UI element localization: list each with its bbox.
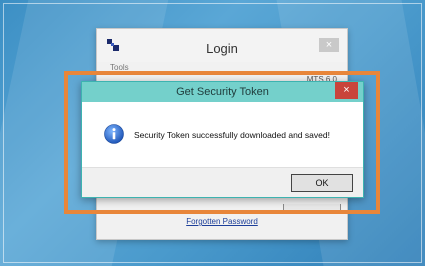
- login-close-button[interactable]: ×: [319, 38, 339, 52]
- dialog-footer: OK: [82, 167, 363, 197]
- dialog-titlebar: Get Security Token ×: [82, 82, 363, 102]
- login-titlebar: Login ×: [97, 29, 347, 62]
- dialog-close-button[interactable]: ×: [335, 82, 358, 99]
- dialog-title: Get Security Token: [176, 86, 269, 98]
- dialog-body: Security Token successfully downloaded a…: [82, 102, 363, 168]
- login-title: Login: [206, 41, 238, 56]
- info-icon: [104, 124, 124, 144]
- security-token-dialog: Get Security Token × Security Token succ…: [81, 81, 364, 198]
- dialog-message: Security Token successfully downloaded a…: [134, 130, 330, 140]
- ok-button[interactable]: OK: [291, 174, 353, 192]
- forgotten-password-link[interactable]: Forgotten Password: [97, 217, 347, 226]
